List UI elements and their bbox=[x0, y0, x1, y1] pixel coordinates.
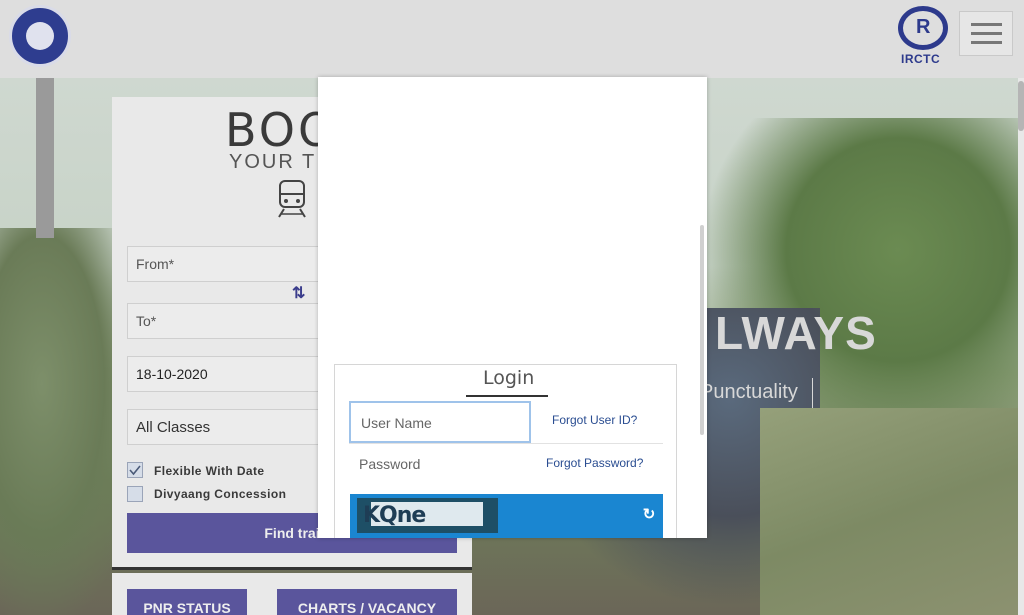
logo-emblem bbox=[26, 22, 54, 50]
check-icon bbox=[129, 465, 141, 476]
irctc-logo-letter: R bbox=[916, 16, 931, 38]
hamburger-icon-line bbox=[971, 32, 1002, 35]
pnr-status-button[interactable]: PNR STATUS bbox=[127, 589, 247, 615]
password-input[interactable]: Password bbox=[349, 444, 531, 486]
indian-railways-logo[interactable] bbox=[9, 5, 71, 67]
flexible-date-checkbox[interactable] bbox=[127, 462, 143, 478]
login-title: Login bbox=[483, 367, 535, 389]
hero-pole bbox=[36, 78, 54, 238]
hero-subtitle: Punctuality bbox=[700, 381, 798, 403]
irctc-logo[interactable]: R IRCTC bbox=[896, 6, 950, 68]
username-row: User Name Forgot User ID? bbox=[349, 401, 663, 444]
forgot-password-link[interactable]: Forgot Password? bbox=[546, 456, 643, 470]
modal-scrollbar[interactable] bbox=[700, 225, 704, 435]
forgot-user-id-link[interactable]: Forgot User ID? bbox=[552, 413, 637, 427]
login-modal: Login User Name Forgot User ID? Password… bbox=[318, 77, 707, 538]
divyaang-concession-checkbox[interactable] bbox=[127, 486, 143, 502]
flexible-date-label: Flexible With Date bbox=[154, 464, 265, 478]
hamburger-icon bbox=[971, 23, 1002, 26]
hero-title: LWAYS bbox=[715, 307, 877, 359]
username-input[interactable]: User Name bbox=[349, 401, 531, 443]
hero-track bbox=[760, 408, 1024, 615]
captcha-bar: KQne ↻ bbox=[350, 494, 663, 538]
charts-vacancy-button[interactable]: CHARTS / VACANCY bbox=[277, 589, 457, 615]
irctc-logo-text: IRCTC bbox=[901, 52, 941, 66]
irctc-logo-mark: R bbox=[898, 6, 948, 50]
login-form: Login User Name Forgot User ID? Password… bbox=[334, 364, 677, 538]
captcha-text: KQne bbox=[363, 503, 426, 528]
swap-stations-icon[interactable]: ⇅ bbox=[292, 283, 305, 303]
divyaang-concession-label: Divyaang Concession bbox=[154, 487, 287, 501]
hamburger-icon-line bbox=[971, 41, 1002, 44]
hamburger-menu-button[interactable] bbox=[959, 11, 1013, 56]
page-scrollbar-thumb[interactable] bbox=[1018, 81, 1024, 131]
refresh-captcha-icon[interactable]: ↻ bbox=[640, 506, 658, 524]
password-row: Password Forgot Password? bbox=[349, 444, 663, 486]
hero-divider bbox=[812, 378, 813, 408]
login-title-underline bbox=[466, 395, 548, 397]
site-header: R IRCTC bbox=[0, 0, 1024, 78]
page-scrollbar[interactable] bbox=[1018, 78, 1024, 615]
captcha-image: KQne bbox=[357, 498, 498, 533]
train-icon bbox=[278, 180, 306, 218]
